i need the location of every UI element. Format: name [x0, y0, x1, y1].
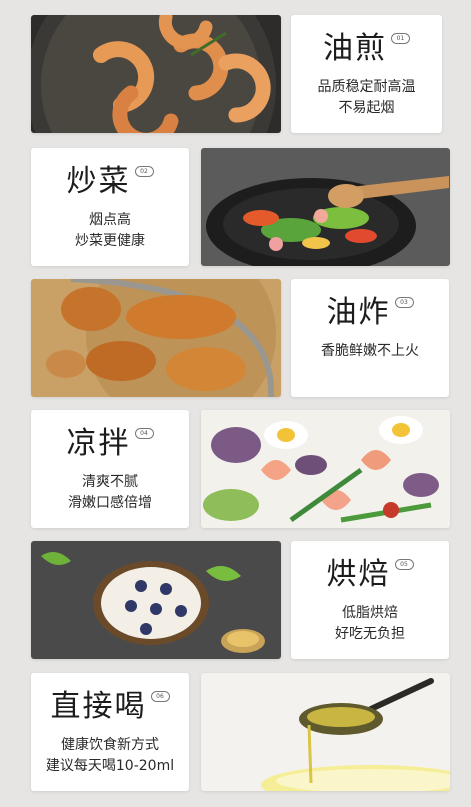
row-cold-dish: 凉拌 04 清爽不腻 滑嫩口感倍增 [0, 410, 471, 528]
stir-fry-wok-icon [201, 148, 450, 266]
number-badge: 01 [391, 33, 410, 44]
description-line: 不易起烟 [338, 100, 395, 116]
card-description: 品质稳定耐高温 不易起烟 [291, 77, 442, 119]
row-frying-pan: 油煎 01 品质稳定耐高温 不易起烟 [0, 15, 471, 133]
description-line: 品质稳定耐高温 [317, 79, 416, 95]
card-stir-fry: 炒菜 02 烟点高 炒菜更健康 [31, 148, 189, 266]
toast-photo [31, 541, 281, 659]
description-line: 建议每天喝10-20ml [45, 758, 175, 774]
card-description: 清爽不腻 滑嫩口感倍增 [31, 472, 189, 514]
card-title: 凉拌 [66, 426, 131, 461]
fried-shrimp-pan-icon [31, 15, 281, 133]
card-cold-dish: 凉拌 04 清爽不腻 滑嫩口感倍增 [31, 410, 189, 528]
card-description: 烟点高 炒菜更健康 [31, 210, 189, 252]
shrimp-pan-photo [31, 15, 281, 133]
row-baking: 烘焙 05 低脂烘焙 好吃无负担 [0, 541, 471, 659]
number-badge: 04 [134, 428, 154, 439]
oil-spoon-photo [201, 673, 450, 791]
description-line: 清爽不腻 [82, 474, 138, 490]
number-badge: 02 [134, 166, 154, 177]
fried-chicken-icon [31, 279, 281, 397]
card-baking: 烘焙 05 低脂烘焙 好吃无负担 [291, 541, 449, 659]
number-badge: 05 [394, 559, 414, 570]
row-drink: 直接喝 06 健康饮食新方式 建议每天喝10-20ml [0, 673, 471, 791]
row-stir-fry: 炒菜 02 烟点高 炒菜更健康 [0, 148, 471, 266]
description-line: 香脆鲜嫩不上火 [321, 343, 419, 359]
card-deep-fry: 油炸 03 香脆鲜嫩不上火 [291, 279, 449, 397]
salad-photo [201, 410, 450, 528]
number-badge: 06 [150, 691, 170, 702]
card-title: 油煎 [323, 31, 387, 66]
wok-photo [201, 148, 450, 266]
card-title: 炒菜 [66, 164, 131, 199]
card-description: 低脂烘焙 好吃无负担 [291, 603, 449, 645]
bread-toast-icon [31, 541, 281, 659]
salad-icon [201, 410, 450, 528]
card-description: 香脆鲜嫩不上火 [291, 341, 449, 362]
card-title: 烘焙 [326, 557, 391, 592]
description-line: 低脂烘焙 [342, 605, 398, 621]
oil-spoon-icon [201, 673, 450, 791]
description-line: 烟点高 [89, 212, 131, 228]
fried-chicken-photo [31, 279, 281, 397]
description-line: 滑嫩口感倍增 [68, 495, 152, 511]
description-line: 健康饮食新方式 [61, 737, 159, 753]
description-line: 好吃无负担 [335, 626, 405, 642]
card-title: 油炸 [326, 295, 391, 330]
card-title: 直接喝 [50, 689, 147, 724]
row-deep-fry: 油炸 03 香脆鲜嫩不上火 [0, 279, 471, 397]
description-line: 炒菜更健康 [75, 233, 145, 249]
card-description: 健康饮食新方式 建议每天喝10-20ml [31, 735, 189, 777]
number-badge: 03 [394, 297, 414, 308]
card-frying-pan: 油煎 01 品质稳定耐高温 不易起烟 [291, 15, 442, 133]
card-drink: 直接喝 06 健康饮食新方式 建议每天喝10-20ml [31, 673, 189, 791]
